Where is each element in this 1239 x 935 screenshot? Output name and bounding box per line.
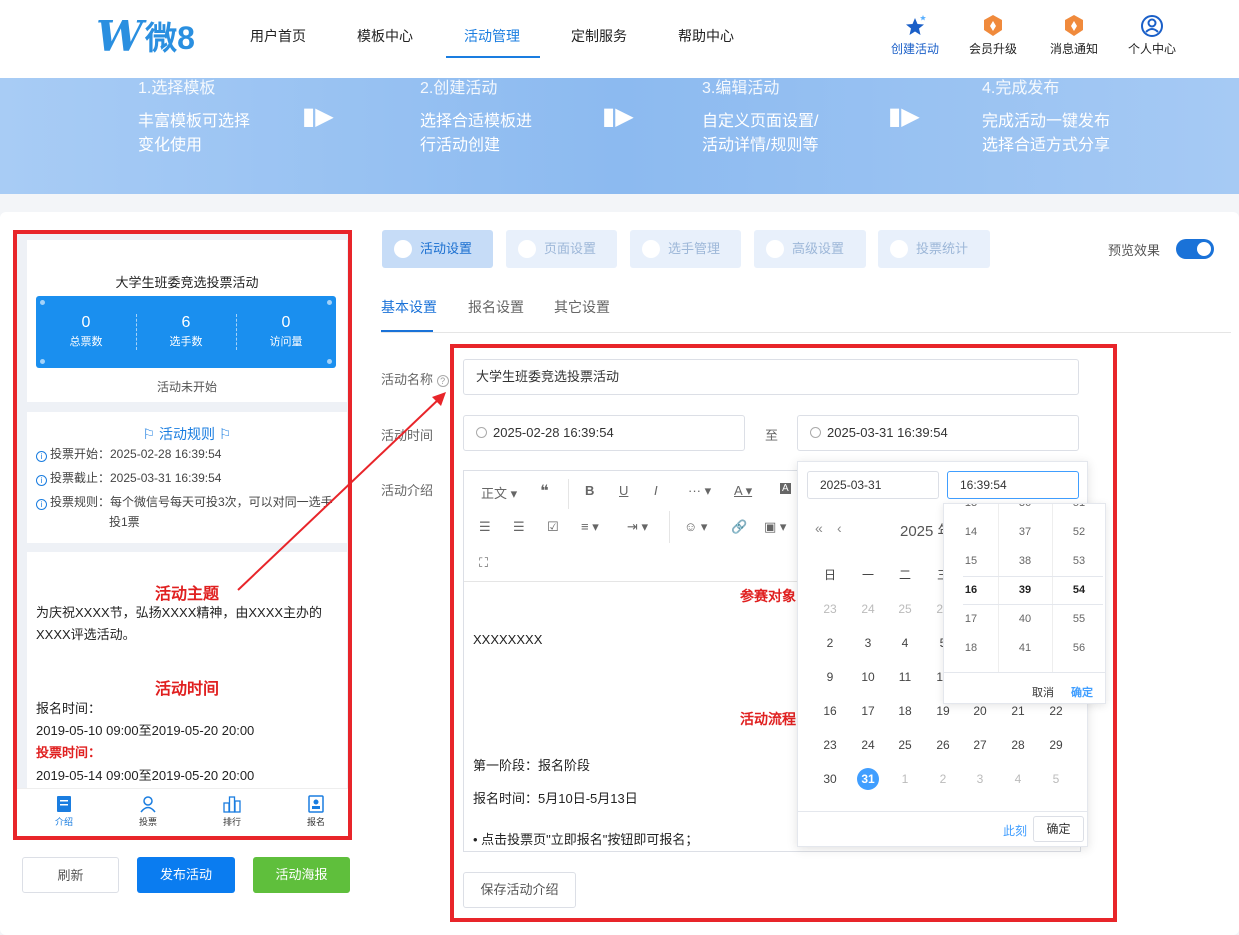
document-icon <box>57 796 71 812</box>
rules-card: ⚐ 活动规则 ⚐ i 投票开始：2025-02-28 16:39:54 i 投票截止… <box>27 412 347 543</box>
member-upgrade-button[interactable]: 会员升级 <box>958 14 1028 57</box>
name-label: 活动名称 ? <box>381 369 449 388</box>
user-icon <box>1141 15 1163 37</box>
create-activity-label: 创建活动 <box>890 42 939 56</box>
nav-help[interactable]: 帮助中心 <box>678 26 734 46</box>
step-title: 1.选择模板 <box>138 80 216 97</box>
step-desc: 丰富模板可选择 变化使用 <box>138 113 251 154</box>
theme-text: 为庆祝XXXX节，弘扬XXXX精神，由XXXX主办的XXXX评选活动。 <box>36 605 323 642</box>
stats-box: 0 总票数 6 选手数 0 访问量 <box>36 296 336 368</box>
logo-text: 微8 <box>145 20 195 56</box>
vote-range: 2019-05-14 09:00至2019-05-20 20:00 <box>36 768 255 783</box>
member-upgrade-label: 会员升级 <box>968 42 1017 56</box>
activity-status: 活动未开始 <box>156 380 217 394</box>
preview-title: 大学生班委竞选投票活动 <box>115 275 259 290</box>
create-activity-button[interactable]: 创建活动 <box>880 14 950 57</box>
nav-custom-service[interactable]: 定制服务 <box>571 26 627 46</box>
step-desc: 自定义页面设置/活动详情/规则等 <box>702 113 819 154</box>
subtab-divider <box>381 332 1231 333</box>
heart-icon <box>394 240 412 258</box>
step-desc: 选择合适模板进 行活动创建 <box>420 113 533 154</box>
user-center-button[interactable]: 个人中心 <box>1117 14 1187 57</box>
phone-preview: 大学生班委竞选投票活动 0 总票数 6 选手数 0 访问量 活动未开始 ⚐ 活动规则 … <box>13 230 352 840</box>
stat-visits: 0 访问量 <box>269 314 303 348</box>
rule-vote-rule-cont: 投1票 <box>109 515 140 529</box>
subtab-other[interactable]: 其它设置 <box>554 297 610 317</box>
ranking-icon <box>223 796 241 813</box>
rule-vote-start: i 投票开始：2025-02-28 16:39:54 <box>36 444 221 464</box>
rules-title: ⚐ 活动规则 ⚐ <box>142 426 232 442</box>
tab-advanced-settings[interactable]: 高级设置 <box>754 230 866 268</box>
step-title: 3.编辑活动 <box>702 80 780 97</box>
tab-intro[interactable]: 介绍 <box>34 795 94 828</box>
tab-ranking[interactable]: 排行 <box>202 795 262 828</box>
rule-vote-end: i 投票截止：2025-03-31 16:39:54 <box>36 468 221 488</box>
publish-button[interactable]: 发布活动 <box>137 857 235 893</box>
step-desc: 完成活动一键发布 选择合适方式分享 <box>982 113 1111 154</box>
tab-candidate-manage[interactable]: 选手管理 <box>630 230 741 268</box>
preview-toggle[interactable] <box>1176 239 1214 259</box>
step-arrow-icon: ▮▶ <box>602 103 634 130</box>
vote-label: 投票时间： <box>36 745 102 760</box>
stats-icon <box>890 240 908 258</box>
stat-candidates: 6 选手数 <box>169 314 203 348</box>
logo-w-mark: W <box>96 11 143 61</box>
users-icon <box>642 240 660 258</box>
logo[interactable]: W 微8 <box>96 11 195 61</box>
intro-label: 活动介绍 <box>381 483 434 498</box>
tab-activity-settings[interactable]: 活动设置 <box>382 230 493 268</box>
step-arrow-icon: ▮▶ <box>302 103 334 130</box>
poster-button[interactable]: 活动海报 <box>253 857 350 893</box>
nav-home[interactable]: 用户首页 <box>250 26 306 46</box>
info-icon: i <box>36 499 47 510</box>
step-title: 2.创建活动 <box>420 80 498 97</box>
info-icon: i <box>36 451 47 462</box>
page-icon <box>518 240 536 258</box>
theme-heading: 活动主题 <box>154 586 219 603</box>
top-nav: W 微8 用户首页 模板中心 活动管理 定制服务 帮助中心 创建活动 会员升级 … <box>0 0 1239 78</box>
subtab-active-underline <box>381 330 433 332</box>
steps-banner: 1.选择模板 丰富模板可选择 变化使用 ▮▶ 2.创建活动 选择合适模板进 行活动创… <box>0 78 1239 194</box>
subtab-basic[interactable]: 基本设置 <box>381 297 437 317</box>
stars-icon <box>906 15 926 35</box>
nav-templates[interactable]: 模板中心 <box>357 26 413 46</box>
rule-vote-rule: i 投票规则：每个微信号每天可投3次，可以对同一选手 <box>36 492 333 512</box>
time-label: 活动时间 <box>381 428 434 443</box>
notification-badge-icon <box>1065 15 1083 36</box>
nav-activity-manage[interactable]: 活动管理 <box>464 26 520 46</box>
preview-tabbar: 介绍 投票 排行 报名 <box>17 788 348 836</box>
preview-label: 预览效果 <box>1108 243 1161 258</box>
settings-icon <box>766 240 784 258</box>
tab-vote-stats[interactable]: 投票统计 <box>878 230 990 268</box>
stat-total-votes: 0 总票数 <box>69 314 103 348</box>
tab-page-settings[interactable]: 页面设置 <box>506 230 617 268</box>
subtab-signup[interactable]: 报名设置 <box>468 297 524 317</box>
user-center-label: 个人中心 <box>1127 42 1176 56</box>
signup-range: 2019-05-10 09:00至2019-05-20 20:00 <box>36 723 255 738</box>
step-arrow-icon: ▮▶ <box>888 103 920 130</box>
help-icon: ? <box>436 375 449 387</box>
info-icon: i <box>36 475 47 486</box>
vip-badge-icon <box>984 15 1002 36</box>
refresh-button[interactable]: 刷新 <box>22 857 119 893</box>
time-heading: 活动时间 <box>154 681 219 698</box>
step-title: 4.完成发布 <box>982 80 1060 97</box>
person-icon <box>140 796 156 813</box>
notifications-label: 消息通知 <box>1049 42 1098 56</box>
tab-signup[interactable]: 报名 <box>286 795 346 828</box>
tab-vote[interactable]: 投票 <box>118 795 178 828</box>
signup-label: 报名时间： <box>36 701 102 716</box>
annotation-frame <box>450 344 1117 922</box>
nav-active-underline <box>446 56 540 58</box>
stats-card: 大学生班委竞选投票活动 0 总票数 6 选手数 0 访问量 活动未开始 <box>27 240 347 402</box>
intro-card: 活动主题 为庆祝XXXX节，弘扬XXXX精神，由XXXX主办的XXXX评选活动。… <box>27 552 347 792</box>
signup-icon <box>308 795 324 813</box>
notifications-button[interactable]: 消息通知 <box>1039 14 1109 57</box>
